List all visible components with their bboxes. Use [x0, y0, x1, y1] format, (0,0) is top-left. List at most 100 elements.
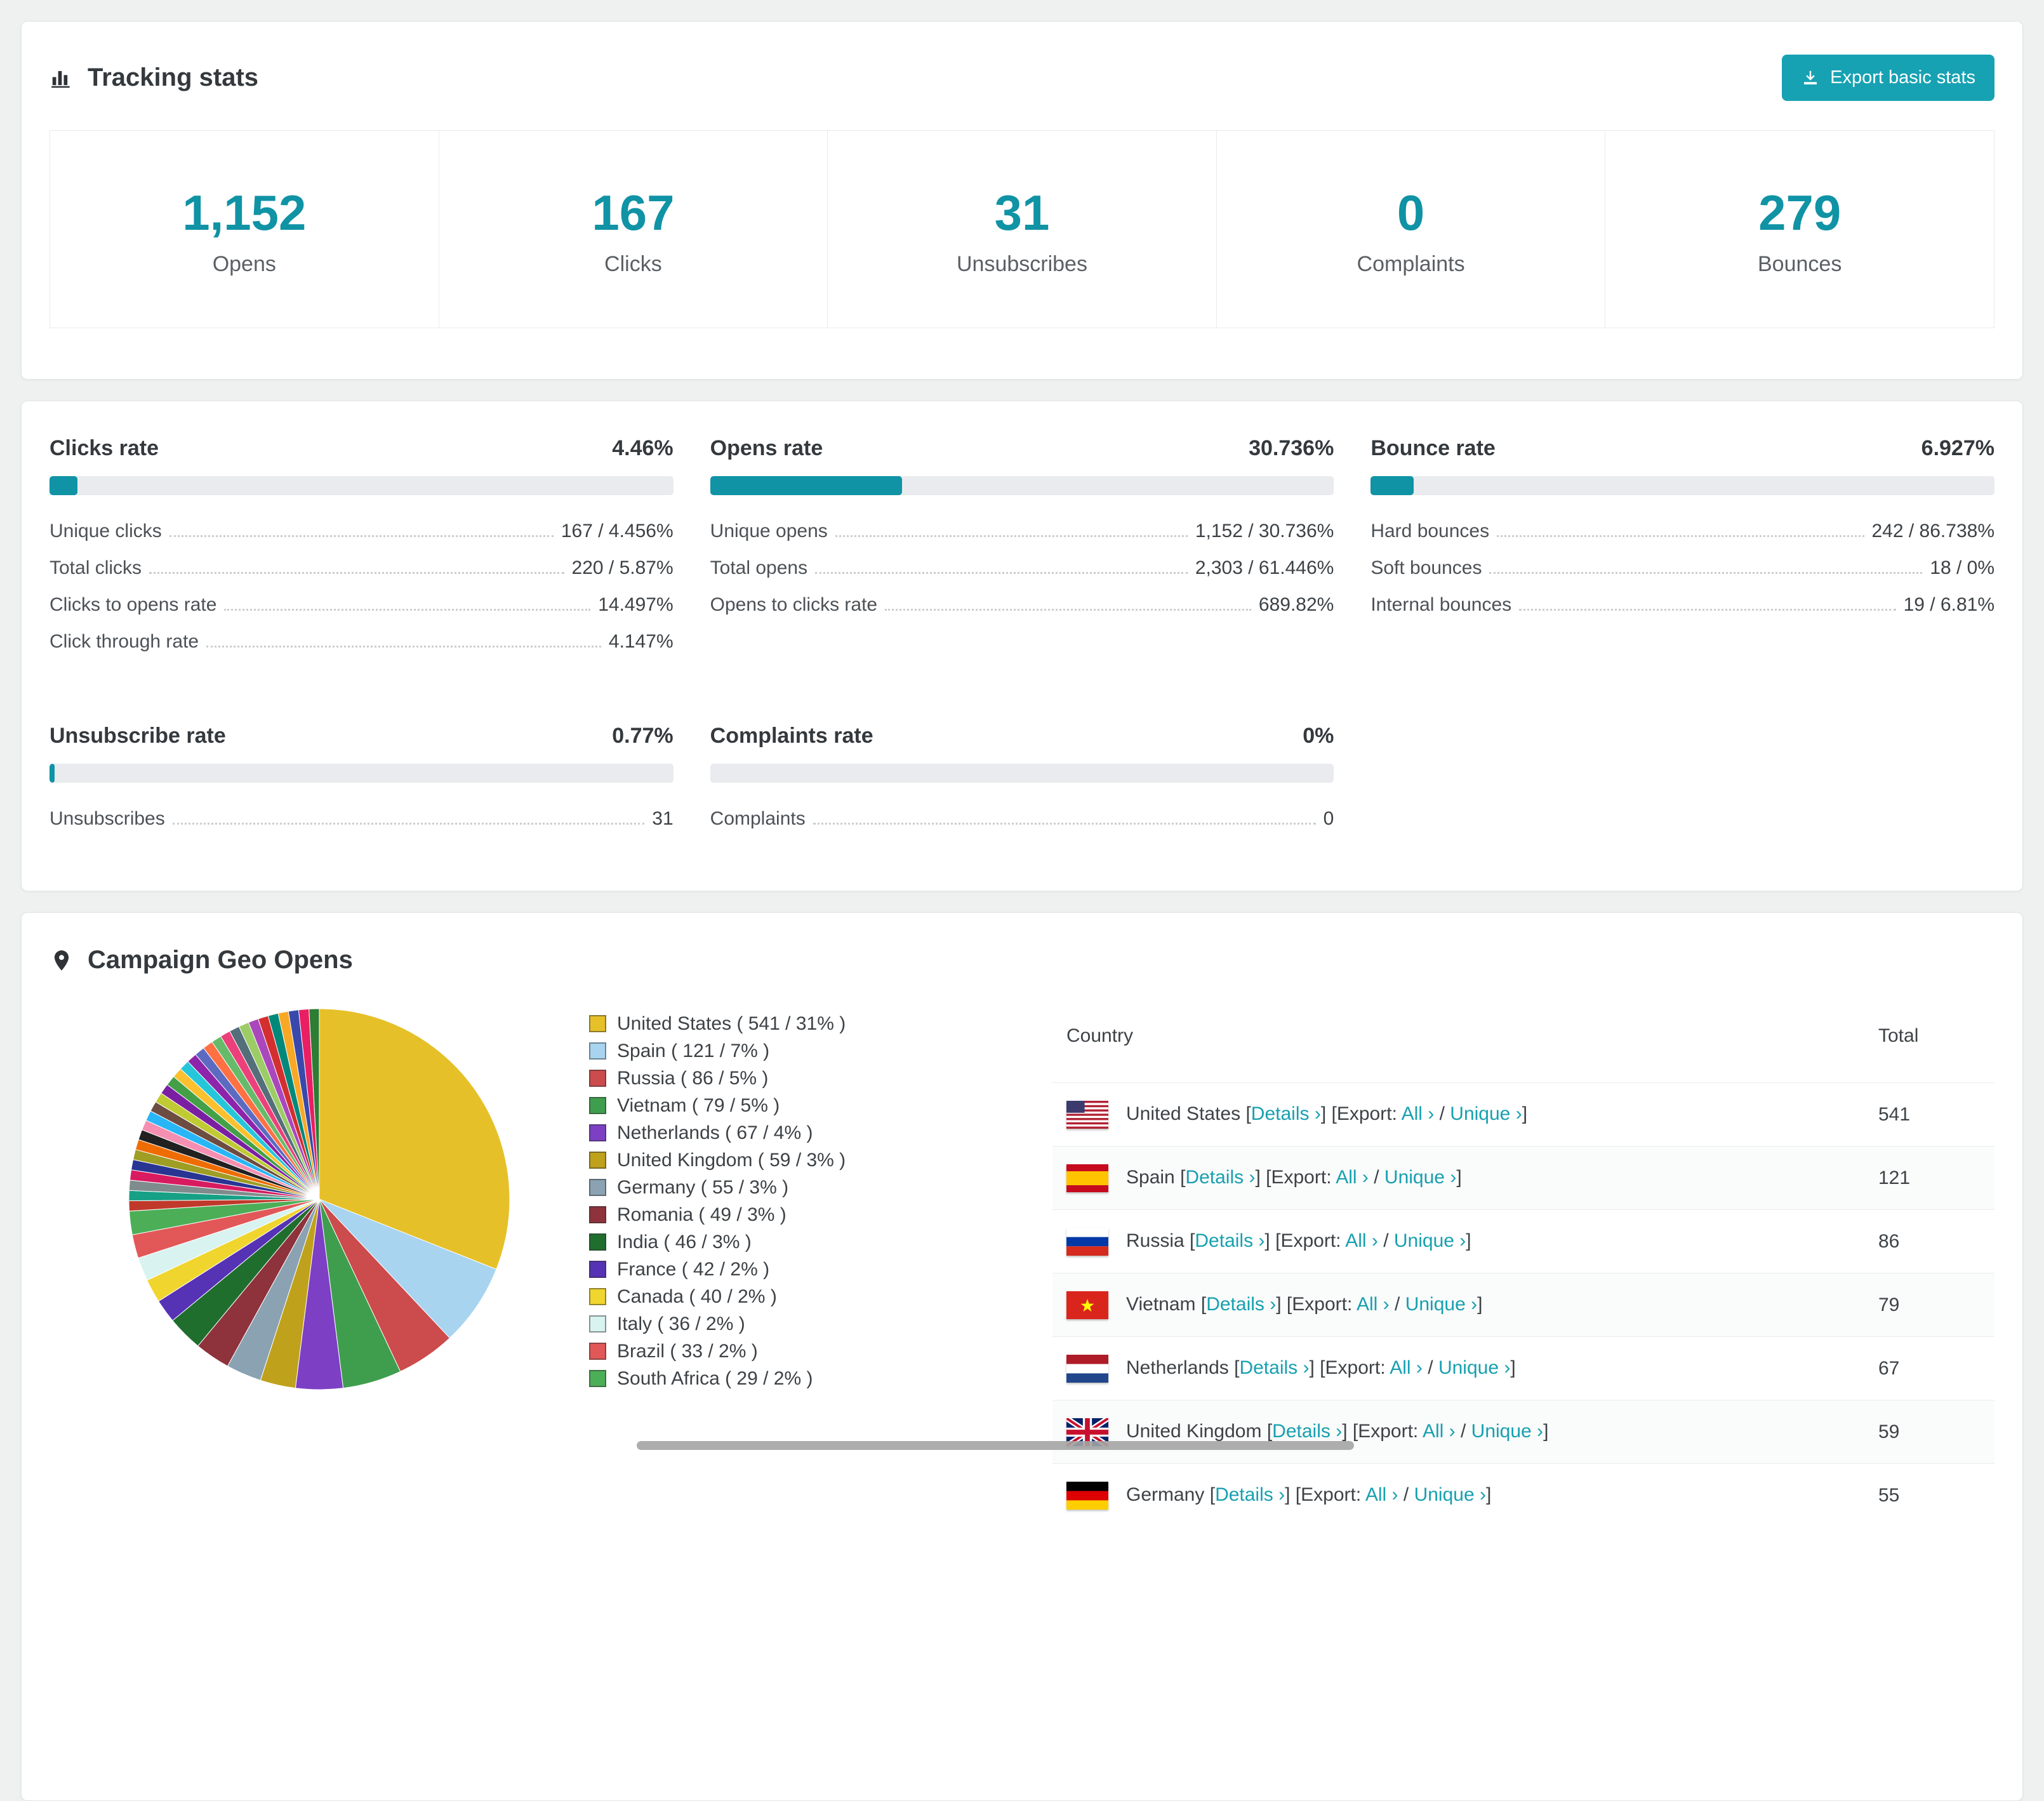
legend-swatch [589, 1288, 606, 1305]
rate-stat-value: 689.82% [1258, 594, 1334, 615]
legend-label: South Africa ( 29 / 2% ) [617, 1367, 813, 1389]
rate-header: Clicks rate 4.46% [50, 436, 674, 461]
legend-swatch [589, 1124, 606, 1141]
rate-stat-label: Click through rate [50, 631, 199, 652]
legend-item-netherlands: Netherlands ( 67 / 4% ) [589, 1119, 1052, 1146]
rate-stat-label: Soft bounces [1370, 557, 1482, 578]
rate-stat-label: Total clicks [50, 557, 142, 578]
rate-stat-row: Unique clicks 167 / 4.456% [50, 521, 674, 557]
legend-label: United Kingdom ( 59 / 3% ) [617, 1149, 846, 1171]
country-name: Russia [1126, 1230, 1185, 1251]
bar-chart-icon [51, 70, 70, 88]
export-all-link[interactable]: All › [1423, 1420, 1456, 1441]
progress-fill [50, 476, 77, 495]
legend-label: France ( 42 / 2% ) [617, 1258, 770, 1280]
export-all-link[interactable]: All › [1390, 1357, 1423, 1378]
export-unique-link[interactable]: Unique › [1394, 1230, 1466, 1251]
legend-label: Italy ( 36 / 2% ) [617, 1313, 745, 1334]
geo-table-header-row: Country Total [1052, 987, 1994, 1083]
rates-grid: Clicks rate 4.46% Unique clicks 167 / 4.456… [50, 436, 1994, 845]
rate-stat-row: Unsubscribes 31 [50, 808, 674, 845]
legend-item-germany: Germany ( 55 / 3% ) [589, 1174, 1052, 1201]
legend-item-south-africa: South Africa ( 29 / 2% ) [589, 1365, 1052, 1392]
rate-panel-bounce-rate: Bounce rate 6.927% Hard bounces 242 / 86.73… [1370, 436, 1994, 668]
country-total: 79 [1864, 1273, 1994, 1337]
details-link[interactable]: Details › [1185, 1166, 1255, 1187]
export-all-link[interactable]: All › [1365, 1484, 1398, 1505]
details-link[interactable]: Details › [1251, 1103, 1321, 1124]
geo-opens-title: Campaign Geo Opens [88, 946, 353, 974]
export-unique-link[interactable]: Unique › [1438, 1357, 1510, 1378]
progress-fill [710, 476, 902, 495]
rate-stat-row: Complaints 0 [710, 808, 1334, 845]
flag-icon-us [1066, 1100, 1108, 1129]
legend-swatch [589, 1070, 606, 1087]
dotted-leader [885, 609, 1251, 611]
rate-stat-label: Opens to clicks rate [710, 594, 878, 615]
country-cell: United States [Details ›] [Export: All ›… [1052, 1082, 1864, 1146]
details-link[interactable]: Details › [1206, 1293, 1276, 1314]
export-all-link[interactable]: All › [1345, 1230, 1378, 1251]
rate-stat-row: Hard bounces 242 / 86.738% [1370, 521, 1994, 557]
rate-rows: Hard bounces 242 / 86.738% Soft bounces 18 … [1370, 521, 1994, 631]
rate-header: Bounce rate 6.927% [1370, 436, 1994, 461]
country-cell: Russia [Details ›] [Export: All › / Uniq… [1052, 1209, 1864, 1273]
rate-stat-label: Unique opens [710, 521, 828, 542]
country-cell: Netherlands [Details ›] [Export: All › /… [1052, 1336, 1864, 1400]
details-link[interactable]: Details › [1239, 1357, 1309, 1378]
country-name: Vietnam [1126, 1293, 1196, 1315]
legend-label: United States ( 541 / 31% ) [617, 1013, 846, 1034]
details-link[interactable]: Details › [1215, 1484, 1285, 1505]
dotted-leader [1519, 609, 1896, 611]
rate-title: Bounce rate [1370, 436, 1496, 460]
export-unique-link[interactable]: Unique › [1414, 1484, 1486, 1505]
rate-stat-row: Total opens 2,303 / 61.446% [710, 557, 1334, 594]
export-label: Export: [1301, 1484, 1362, 1505]
stat-label: Bounces [1758, 252, 1842, 276]
rate-panel-opens-rate: Opens rate 30.736% Unique opens 1,152 / 30.… [710, 436, 1334, 668]
legend-label: Netherlands ( 67 / 4% ) [617, 1122, 813, 1143]
legend-swatch [589, 1042, 606, 1060]
legend-label: Romania ( 49 / 3% ) [617, 1204, 786, 1225]
legend-swatch [589, 1261, 606, 1278]
rate-panel-clicks-rate: Clicks rate 4.46% Unique clicks 167 / 4.456… [50, 436, 674, 668]
tracking-stats-title-text: Tracking stats [88, 63, 259, 91]
rate-stat-row: Internal bounces 19 / 6.81% [1370, 594, 1994, 631]
rate-stat-value: 4.147% [608, 631, 674, 652]
rate-stat-value: 14.497% [598, 594, 674, 615]
geo-table-row-spain: Spain [Details ›] [Export: All › / Uniqu… [1052, 1146, 1994, 1210]
tracking-stats-card: Tracking stats Export basic stats 1,152 O… [21, 21, 2023, 380]
details-link[interactable]: Details › [1195, 1230, 1264, 1251]
stat-value: 0 [1397, 185, 1425, 241]
horizontal-scrollbar-thumb[interactable] [637, 1441, 1354, 1450]
stat-value: 1,152 [182, 185, 307, 241]
export-unique-link[interactable]: Unique › [1384, 1166, 1456, 1187]
export-label: Export: [1280, 1230, 1341, 1251]
rate-stat-row: Opens to clicks rate 689.82% [710, 594, 1334, 631]
export-all-link[interactable]: All › [1336, 1166, 1369, 1187]
legend-label: Vietnam ( 79 / 5% ) [617, 1094, 780, 1116]
export-unique-link[interactable]: Unique › [1450, 1103, 1522, 1124]
rate-value: 0% [1303, 724, 1334, 748]
export-all-link[interactable]: All › [1402, 1103, 1435, 1124]
geo-opens-header: Campaign Geo Opens [22, 913, 2022, 987]
flag-icon-ru [1066, 1227, 1108, 1256]
legend-item-romania: Romania ( 49 / 3% ) [589, 1201, 1052, 1228]
rate-stat-label: Hard bounces [1370, 521, 1490, 542]
rate-stat-value: 0 [1323, 808, 1334, 829]
export-label: Export: [1292, 1293, 1353, 1315]
export-unique-link[interactable]: Unique › [1471, 1420, 1543, 1441]
country-name: United States [1126, 1103, 1241, 1124]
export-basic-stats-button[interactable]: Export basic stats [1782, 55, 1994, 101]
rate-title: Clicks rate [50, 436, 159, 460]
country-total: 86 [1864, 1209, 1994, 1273]
total-column-header: Total [1878, 1025, 1919, 1046]
export-all-link[interactable]: All › [1357, 1293, 1390, 1314]
rate-stat-label: Unsubscribes [50, 808, 165, 829]
export-unique-link[interactable]: Unique › [1405, 1293, 1477, 1314]
rate-stat-value: 2,303 / 61.446% [1195, 557, 1334, 578]
country-name: Netherlands [1126, 1357, 1229, 1378]
stat-card-complaints: 0 Complaints [1216, 130, 1606, 328]
details-link[interactable]: Details › [1272, 1420, 1342, 1441]
rate-header: Complaints rate 0% [710, 724, 1334, 748]
